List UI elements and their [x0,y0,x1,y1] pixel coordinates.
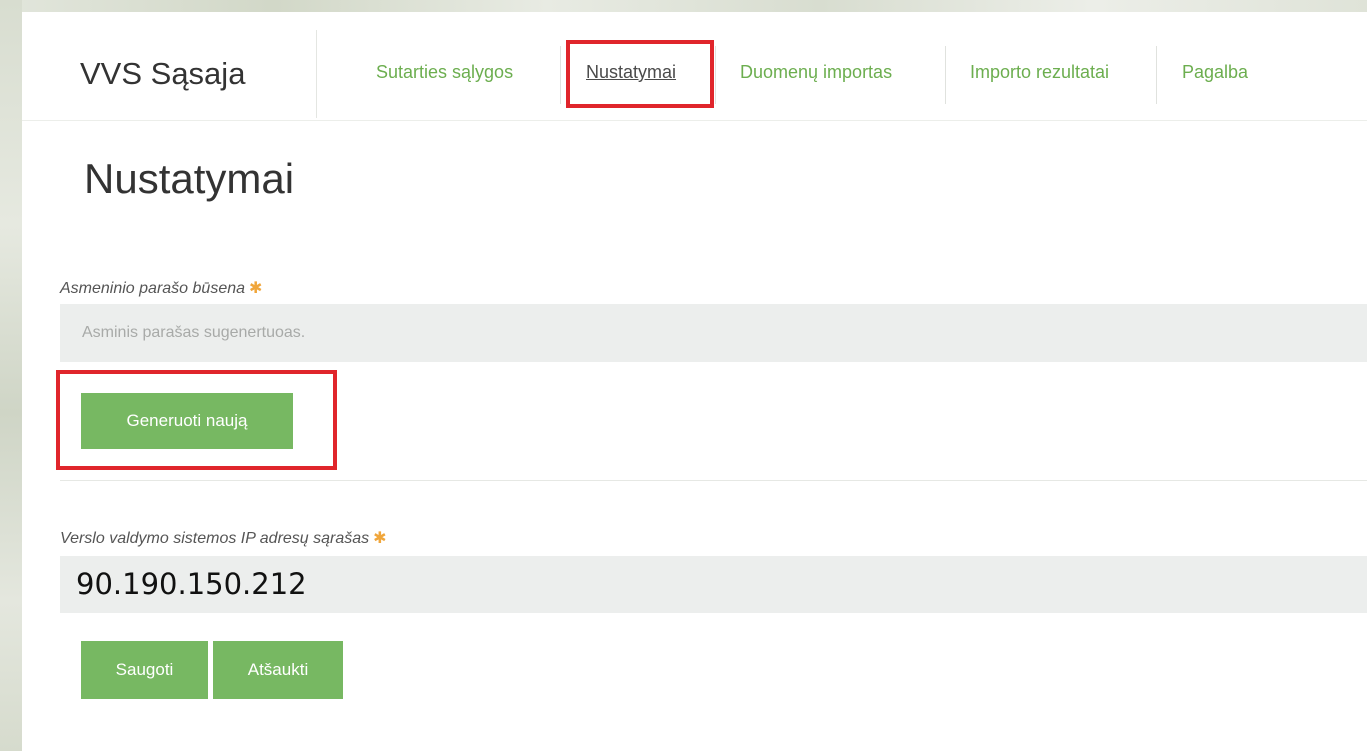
nav-item-pagalba[interactable]: Pagalba [1182,62,1248,83]
top-navigation-bar: VVS Sąsaja Sutarties sąlygos Nustatymai … [22,12,1367,121]
ip-list-label-text: Verslo valdymo sistemos IP adresų sąraša… [60,530,370,547]
main-panel: VVS Sąsaja Sutarties sąlygos Nustatymai … [22,12,1367,751]
cancel-button[interactable]: Atšaukti [213,641,343,699]
nav-item-duomenu-importas[interactable]: Duomenų importas [740,62,892,83]
background-texture-left [0,0,22,751]
highlight-box-generate [56,370,337,470]
nav-divider [1156,46,1157,104]
signature-status-field: Asminis parašas sugenertuoas. [60,304,1367,362]
save-button[interactable]: Saugoti [81,641,208,699]
ip-list-input[interactable]: 90.190.150.212 [60,556,1367,613]
highlight-box-nav [566,40,714,108]
nav-divider [560,46,561,104]
nav-divider [945,46,946,104]
brand-divider [316,30,317,118]
nav-item-sutarties-salygos[interactable]: Sutarties sąlygos [376,62,513,83]
nav-divider [715,46,716,104]
background-texture-top [0,0,1367,12]
required-asterisk-icon: ✱ [249,280,263,297]
signature-status-label: Asmeninio parašo būsena ✱ [60,278,262,298]
nav-item-importo-rezultatai[interactable]: Importo rezultatai [970,62,1109,83]
section-divider [60,480,1367,481]
page-title: Nustatymai [84,155,295,202]
brand-title[interactable]: VVS Sąsaja [80,56,245,92]
required-asterisk-icon: ✱ [373,530,387,547]
ip-list-label: Verslo valdymo sistemos IP adresų sąraša… [60,528,387,548]
signature-status-label-text: Asmeninio parašo būsena [60,280,246,297]
